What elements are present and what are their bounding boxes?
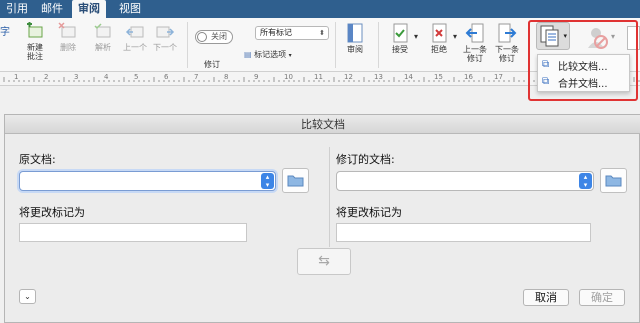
resolve-comment-button[interactable]: 解析	[88, 22, 118, 52]
label-changes-left-input[interactable]	[19, 223, 247, 242]
previous-comment-icon	[125, 26, 144, 38]
original-document-select[interactable]: ▴ ▾	[19, 171, 276, 191]
ribbon-partial-label: 字	[0, 27, 10, 38]
ok-button[interactable]: 确定	[579, 289, 625, 306]
compare-dropdown-menu: ⧉ 比较文档... ⧉ 合并文档...	[537, 54, 630, 92]
next-change-icon	[498, 23, 517, 43]
folder-icon	[605, 175, 622, 187]
ruler-number: 12	[344, 73, 353, 81]
cancel-button[interactable]: 取消	[523, 289, 569, 306]
ruler-number: 11	[314, 73, 323, 81]
ribbon-divider	[335, 22, 336, 68]
ruler-number: 10	[284, 73, 293, 81]
revised-document-select[interactable]: ▴ ▾	[336, 171, 594, 191]
review-pane-icon	[347, 23, 363, 43]
next-comment-icon	[156, 26, 175, 38]
toggle-knob	[197, 32, 207, 42]
ribbon-divider	[378, 22, 379, 68]
accept-button[interactable]: 接受	[386, 22, 414, 54]
markup-options-icon: ▤	[244, 50, 252, 59]
previous-change-label: 上一条 修订	[463, 45, 487, 63]
label-changes-right-input[interactable]	[336, 223, 591, 242]
browse-revised-button[interactable]	[600, 168, 627, 193]
ruler-number: 2	[44, 73, 49, 81]
reject-icon	[432, 23, 447, 43]
next-change-button[interactable]: 下一条 修订	[492, 22, 522, 63]
browse-original-button[interactable]	[282, 168, 309, 193]
markup-options-label: 标记选项	[254, 50, 287, 59]
new-comment-label: 新建 批注	[27, 43, 43, 61]
accept-label: 接受	[392, 45, 408, 54]
previous-label: 上一个	[123, 43, 147, 52]
tab-review[interactable]: 审阅	[72, 0, 106, 18]
stepper-icon: ▴ ▾	[579, 173, 592, 189]
review-label: 审阅	[347, 45, 363, 54]
review-pane-button[interactable]: 审阅	[340, 22, 370, 54]
ruler-number: 1	[14, 73, 19, 81]
next-change-label: 下一条 修订	[495, 45, 519, 63]
tab-mailings[interactable]: 邮件	[35, 0, 69, 18]
swap-documents-button[interactable]: ⇆	[297, 248, 351, 275]
previous-change-button[interactable]: 上一条 修订	[460, 22, 490, 63]
markup-display-select[interactable]: 所有标记 ⬍	[255, 26, 329, 40]
compare-documents-dialog: 比较文档 原文档: ▴ ▾ 将更改标记为 修订的文档: ▴ ▾ 将更改标记为 ⇆ ⌄…	[4, 114, 640, 323]
more-options-button[interactable]: ⌄	[19, 289, 36, 304]
previous-comment-button[interactable]: 上一个	[120, 22, 150, 52]
folder-icon	[287, 175, 304, 187]
ribbon-divider	[187, 22, 188, 68]
menu-item-compare-documents[interactable]: ⧉ 比较文档...	[538, 57, 629, 74]
chevron-down-icon: ▾	[288, 52, 292, 59]
ruler-number: 6	[164, 73, 169, 81]
ruler-number: 4	[104, 73, 109, 81]
markup-display-value: 所有标记	[260, 28, 292, 37]
ruler-number: 7	[194, 73, 199, 81]
compare-small-icon: ⧉	[542, 59, 550, 70]
compare-documents-label: 比较文档...	[558, 62, 608, 73]
reject-label: 拒绝	[431, 45, 447, 54]
stepper-icon: ▴ ▾	[261, 173, 274, 189]
ruler-number: 3	[74, 73, 79, 81]
swap-icon: ⇆	[318, 253, 330, 269]
tab-view[interactable]: 视图	[113, 0, 147, 18]
ruler-number: 16	[464, 73, 473, 81]
ruler-number: 15	[434, 73, 443, 81]
ruler-number: 9	[254, 73, 259, 81]
previous-change-icon	[465, 23, 484, 43]
new-comment-icon	[27, 22, 43, 38]
accept-icon	[393, 23, 408, 43]
tab-references[interactable]: 引用	[0, 0, 34, 18]
delete-label: 删除	[60, 43, 76, 52]
combine-documents-label: 合并文档...	[558, 79, 608, 90]
ruler-number: 5	[134, 73, 139, 81]
label-changes-left-label: 将更改标记为	[19, 206, 85, 219]
resolve-label: 解析	[95, 43, 111, 52]
dialog-title: 比较文档	[5, 115, 640, 134]
label-changes-right-label: 将更改标记为	[336, 206, 402, 219]
resolve-icon	[94, 23, 111, 38]
toggle-state-label: 关闭	[211, 32, 227, 41]
accept-dropdown-icon[interactable]: ▾	[414, 32, 418, 41]
reject-button[interactable]: 拒绝	[425, 22, 453, 54]
chevron-down-icon: ⌄	[24, 292, 31, 301]
ruler-number: 8	[224, 73, 229, 81]
original-document-label: 原文档:	[19, 153, 56, 166]
ruler-number: 13	[374, 73, 383, 81]
track-changes-toggle[interactable]: 关闭	[195, 30, 233, 44]
menu-item-combine-documents[interactable]: ⧉ 合并文档...	[538, 74, 629, 91]
reject-dropdown-icon[interactable]: ▾	[453, 32, 457, 41]
ruler-number: 14	[404, 73, 413, 81]
revised-document-label: 修订的文档:	[336, 153, 395, 166]
stepper-icon: ⬍	[319, 29, 325, 37]
ruler-number: 17	[494, 73, 503, 81]
track-changes-label: 修订	[204, 60, 220, 69]
next-label: 下一个	[153, 43, 177, 52]
ribbon-tab-bar: 引用 邮件 审阅 视图	[0, 0, 640, 18]
delete-comment-button[interactable]: 删除	[53, 22, 83, 52]
combine-small-icon: ⧉	[542, 76, 550, 87]
markup-options-button[interactable]: ▤ 标记选项 ▾	[244, 49, 292, 60]
dialog-divider	[329, 147, 330, 247]
delete-comment-icon	[58, 22, 76, 38]
new-comment-button[interactable]: 新建 批注	[20, 22, 50, 61]
next-comment-button[interactable]: 下一个	[150, 22, 180, 52]
